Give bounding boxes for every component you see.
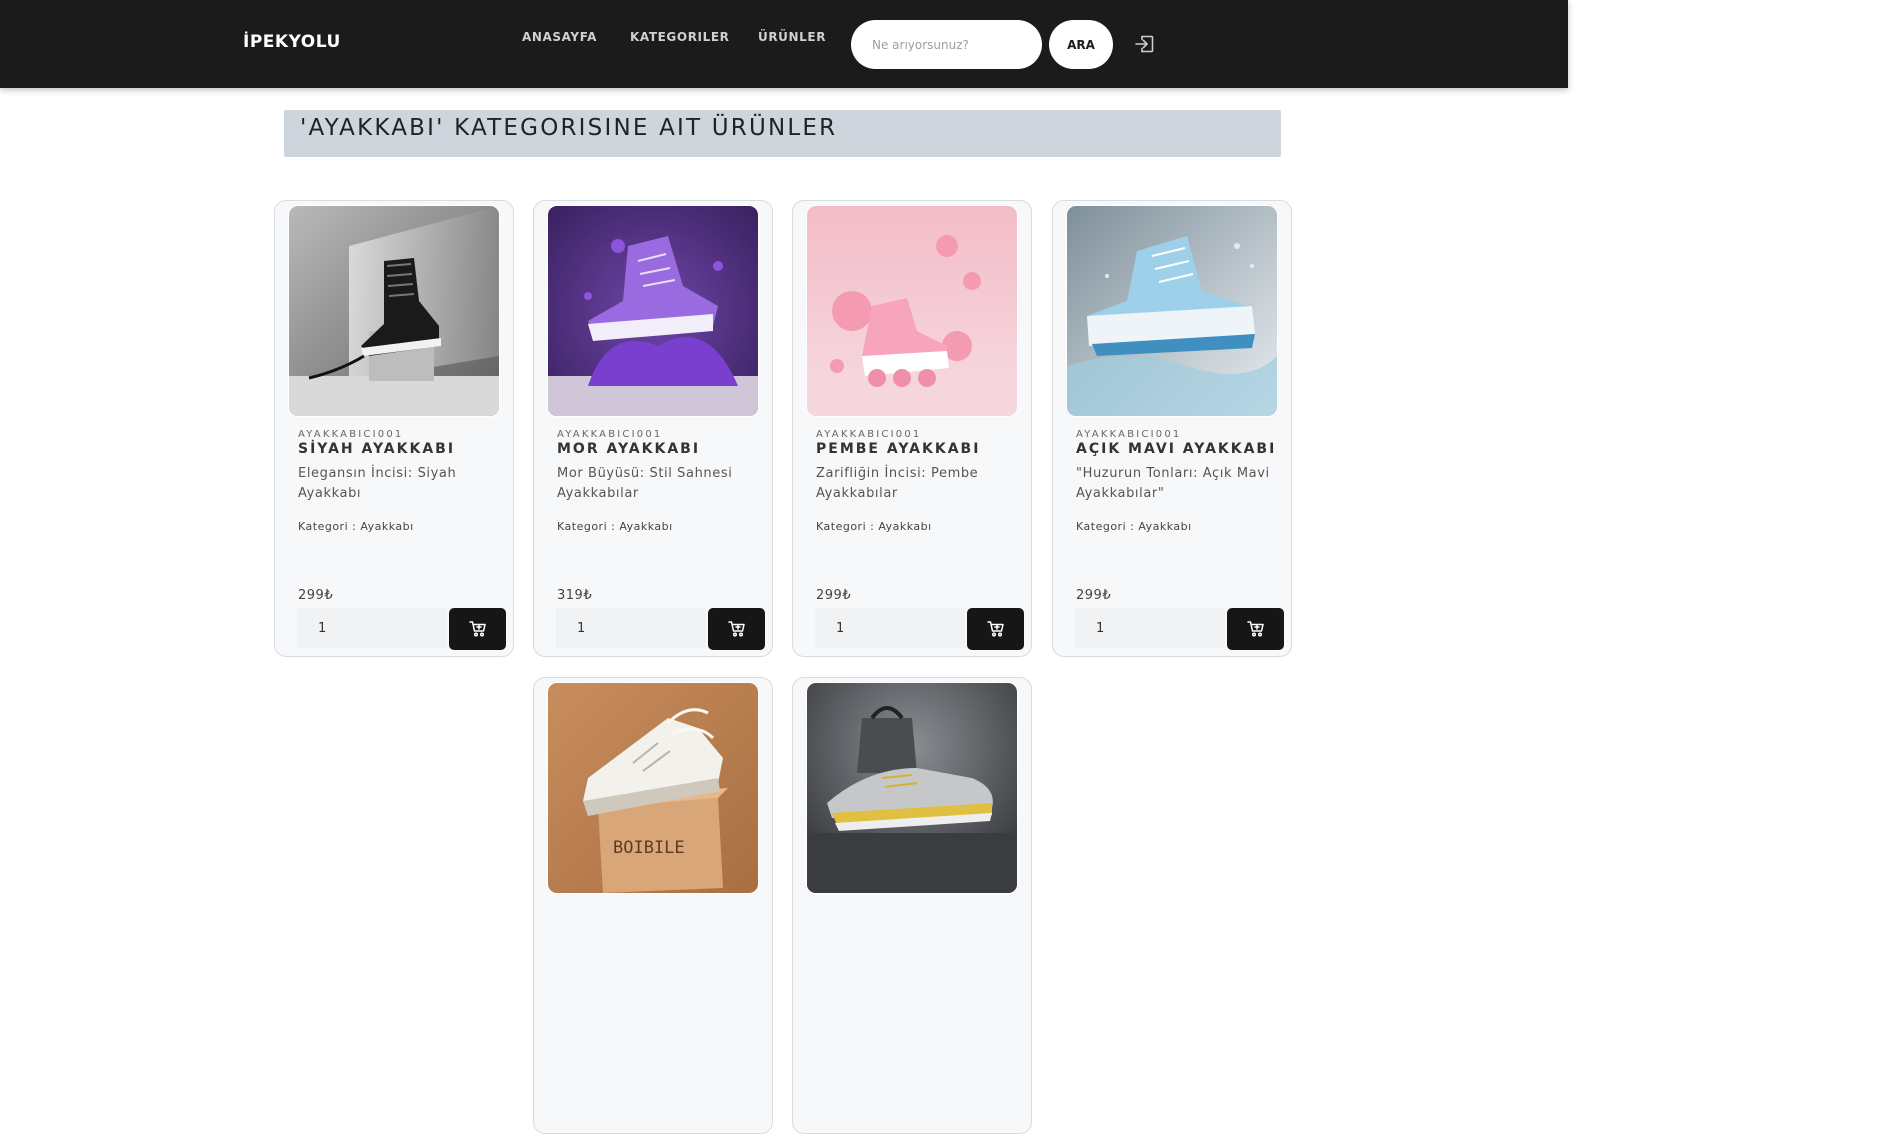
- product-category: Kategori : Ayakkabı: [1076, 520, 1192, 533]
- quantity-input[interactable]: [815, 608, 965, 648]
- cart-plus-icon: [1246, 621, 1264, 637]
- product-card: AYAKKABICI001 AÇIK MAVI AYAKKABI "Huzuru…: [1052, 200, 1292, 657]
- seller-name: AYAKKABICI001: [557, 429, 663, 440]
- product-description: Mor Büyüsü: Stil Sahnesi Ayakkabılar: [557, 466, 733, 501]
- product-price: 299₺: [298, 588, 334, 603]
- search-input[interactable]: [851, 20, 1042, 69]
- navbar: İPEKYOLU ANASAYFA KATEGORILER ÜRÜNLER AR…: [0, 0, 1568, 88]
- product-card: AYAKKABICI001 MOR AYAKKABI Mor Büyüsü: S…: [533, 200, 773, 657]
- product-category: Kategori : Ayakkabı: [816, 520, 932, 533]
- product-image-frame: [547, 205, 759, 417]
- brand-logo[interactable]: İPEKYOLU: [243, 32, 341, 52]
- product-name[interactable]: PEMBE AYAKKABI: [816, 441, 980, 457]
- quantity-input[interactable]: [1075, 608, 1225, 648]
- category-heading-bar: 'AYAKKABI' KATEGORISINE AIT ÜRÜNLER: [284, 110, 1281, 157]
- cart-plus-icon: [986, 621, 1004, 637]
- product-card: [792, 677, 1032, 1134]
- product-price: 319₺: [557, 588, 593, 603]
- product-image-frame: [806, 205, 1018, 417]
- product-image[interactable]: [548, 206, 758, 416]
- nav-link-anasayfa[interactable]: ANASAYFA: [522, 30, 597, 44]
- product-card: AYAKKABICI001 PEMBE AYAKKABI Zarifliğin …: [792, 200, 1032, 657]
- nav-link-urunler[interactable]: ÜRÜNLER: [758, 30, 826, 44]
- quantity-input[interactable]: [556, 608, 706, 648]
- product-image[interactable]: [807, 206, 1017, 416]
- product-image[interactable]: [289, 206, 499, 416]
- product-price: 299₺: [1076, 588, 1112, 603]
- search-button[interactable]: ARA: [1049, 20, 1113, 69]
- seller-name: AYAKKABICI001: [816, 429, 922, 440]
- product-image-frame: [1066, 205, 1278, 417]
- product-image-frame: [288, 205, 500, 417]
- seller-name: AYAKKABICI001: [1076, 429, 1182, 440]
- product-description: Elegansın İncisi: Siyah Ayakkabı: [298, 466, 457, 501]
- login-icon[interactable]: [1133, 32, 1157, 56]
- product-description: Zarifliğin İncisi: Pembe Ayakkabılar: [816, 466, 979, 501]
- add-to-cart-button[interactable]: [1227, 608, 1284, 650]
- box-brand-text: BOIBILE: [613, 838, 685, 858]
- seller-name: AYAKKABICI001: [298, 429, 404, 440]
- product-description: "Huzurun Tonları: Açık Mavi Ayakkabılar": [1076, 466, 1270, 501]
- product-category: Kategori : Ayakkabı: [298, 520, 414, 533]
- cart-plus-icon: [727, 621, 745, 637]
- quantity-input[interactable]: [297, 608, 447, 648]
- add-to-cart-button[interactable]: [708, 608, 765, 650]
- product-name[interactable]: SİYAH AYAKKABI: [298, 441, 455, 457]
- product-image-frame: BOIBILE: [547, 682, 759, 894]
- product-image[interactable]: [807, 683, 1017, 893]
- category-heading: 'AYAKKABI' KATEGORISINE AIT ÜRÜNLER: [300, 115, 838, 141]
- product-category: Kategori : Ayakkabı: [557, 520, 673, 533]
- product-card: BOIBILE: [533, 677, 773, 1134]
- product-price: 299₺: [816, 588, 852, 603]
- add-to-cart-button[interactable]: [449, 608, 506, 650]
- product-name[interactable]: MOR AYAKKABI: [557, 441, 700, 457]
- product-image[interactable]: BOIBILE: [548, 683, 758, 893]
- cart-plus-icon: [468, 621, 486, 637]
- product-name[interactable]: AÇIK MAVI AYAKKABI: [1076, 441, 1276, 457]
- add-to-cart-button[interactable]: [967, 608, 1024, 650]
- nav-link-kategoriler[interactable]: KATEGORILER: [630, 30, 729, 44]
- product-image[interactable]: [1067, 206, 1277, 416]
- product-image-frame: [806, 682, 1018, 894]
- product-card: AYAKKABICI001 SİYAH AYAKKABI Elegansın İ…: [274, 200, 514, 657]
